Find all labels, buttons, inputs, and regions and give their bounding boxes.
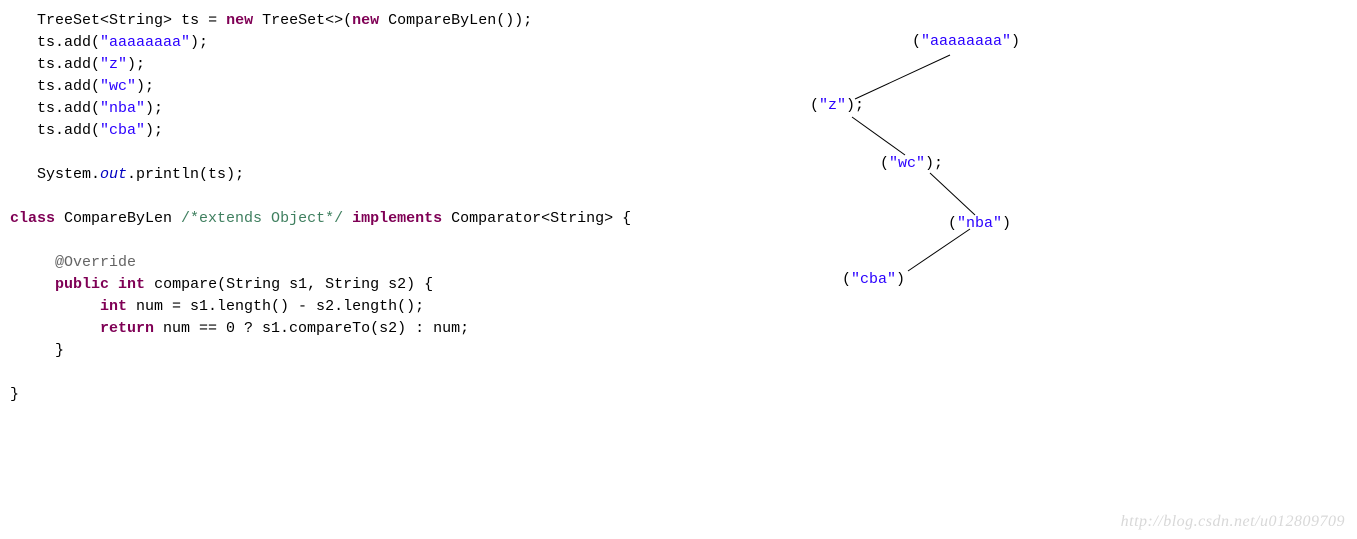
code-line-4: ts.add("wc"); — [10, 78, 154, 95]
tree-node-wc: ("wc"); — [880, 155, 943, 172]
code-line-2: ts.add("aaaaaaaa"); — [10, 34, 208, 51]
watermark-text: http://blog.csdn.net/u012809709 — [1121, 513, 1345, 531]
tree-node-aaaaaaaa: ("aaaaaaaa") — [912, 33, 1020, 50]
tree-node-z: ("z"); — [810, 97, 864, 114]
tree-node-nba: ("nba") — [948, 215, 1011, 232]
code-line-7: System.out.println(ts); — [10, 166, 244, 183]
code-line-13: } — [10, 342, 64, 359]
code-line-10: public int compare(String s1, String s2)… — [10, 276, 433, 293]
content-container: TreeSet<String> ts = new TreeSet<>(new C… — [0, 0, 1357, 406]
code-line-5: ts.add("nba"); — [10, 100, 163, 117]
code-line-6: ts.add("cba"); — [10, 122, 163, 139]
code-line-12: return num == 0 ? s1.compareTo(s2) : num… — [10, 320, 469, 337]
code-line-9: @Override — [10, 254, 136, 271]
java-code-block: TreeSet<String> ts = new TreeSet<>(new C… — [0, 0, 730, 406]
tree-node-cba: ("cba") — [842, 271, 905, 288]
code-line-8: class CompareByLen /*extends Object*/ im… — [10, 210, 631, 227]
code-line-3: ts.add("z"); — [10, 56, 145, 73]
code-line-14: } — [10, 386, 19, 403]
code-line-1: TreeSet<String> ts = new TreeSet<>(new C… — [10, 12, 532, 29]
tree-diagram: ("aaaaaaaa") ("z"); ("wc"); ("nba") ("cb… — [800, 25, 1200, 325]
code-line-11: int num = s1.length() - s2.length(); — [10, 298, 424, 315]
